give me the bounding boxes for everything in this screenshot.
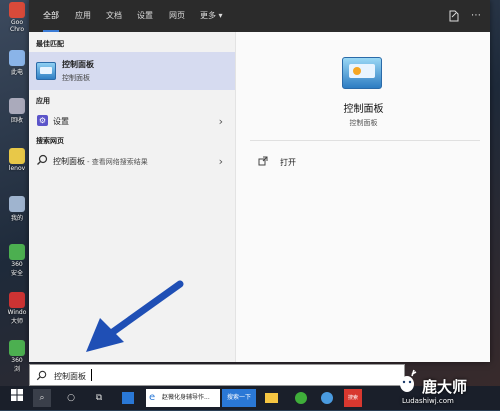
text-cursor: [91, 369, 92, 381]
desktop-icon-label: 回收: [10, 117, 23, 124]
search-filter-tabs: 全部 应用 文档 设置 网页 更多 ▾ ⋯: [29, 0, 490, 32]
desktop-icon-label: 安全: [10, 270, 23, 277]
watermark-brand: 鹿大师: [422, 378, 468, 396]
tab-settings[interactable]: 设置: [137, 0, 153, 32]
tab-web[interactable]: 网页: [169, 0, 185, 32]
green-app-icon[interactable]: [292, 389, 310, 407]
taskbar-search-box[interactable]: 控制面板: [29, 364, 405, 386]
best-match-header: 最佳匹配: [36, 40, 64, 48]
desktop-icon-label: 此电: [10, 69, 23, 76]
windows-store-icon[interactable]: [118, 389, 138, 407]
desktop-icon[interactable]: 此电: [4, 50, 30, 76]
desktop-icon-label: Chro: [10, 26, 24, 33]
search-input-value: 控制面板: [54, 372, 86, 381]
desktop-icon-label: lenov: [8, 165, 26, 172]
tab-documents[interactable]: 文档: [106, 0, 122, 32]
task-view-icon[interactable]: ⧉: [90, 389, 108, 407]
desktop-icon-label: 360: [11, 357, 23, 364]
file-explorer-icon[interactable]: [262, 389, 280, 407]
open-action-label: 打开: [280, 158, 296, 167]
desktop-icon-label: 360: [11, 261, 23, 268]
taskbar-browser-window[interactable]: e 赵薇化身辅导作...: [146, 389, 220, 407]
deer-logo-icon: [397, 369, 417, 392]
desktop-app-icon: [9, 292, 25, 308]
desktop-app-icon: [9, 2, 25, 18]
desktop-app-icon: [9, 340, 25, 356]
desktop-icon[interactable]: Goo Chro: [4, 2, 30, 33]
tab-more[interactable]: 更多 ▾: [200, 0, 223, 32]
arrow-annotation: [86, 280, 184, 352]
web-search-suffix: - 查看网络搜索结果: [87, 158, 148, 166]
preview-pane: 控制面板 控制面板 打开: [235, 32, 490, 362]
search-icon[interactable]: ⌕: [33, 389, 51, 407]
desktop-icon[interactable]: 回收: [4, 98, 30, 124]
app-icon[interactable]: [318, 389, 336, 407]
tab-all[interactable]: 全部: [43, 0, 59, 32]
desktop-app-icon: [9, 244, 25, 260]
windows-start-icon[interactable]: [8, 389, 26, 407]
taskbar-search-button[interactable]: 搜索一下: [222, 389, 256, 407]
best-match-title: 控制面板: [62, 60, 94, 69]
apps-header: 应用: [36, 97, 50, 105]
web-search-item[interactable]: 控制面板 - 查看网络搜索结果 ›: [29, 150, 235, 172]
desktop-icon[interactable]: lenov: [4, 148, 30, 172]
app-item-label: 设置: [53, 117, 69, 126]
desktop-app-icon: [9, 50, 25, 66]
web-search-header: 搜索网页: [36, 137, 64, 145]
desktop-icon[interactable]: Windo 大师: [4, 292, 30, 325]
desktop-app-icon: [9, 196, 25, 212]
preview-subtitle: 控制面板: [349, 119, 378, 127]
control-panel-large-icon: [342, 57, 382, 89]
best-match-item[interactable]: 控制面板 控制面板: [29, 52, 235, 90]
taskbar-browser-label: 赵薇化身辅导作...: [162, 394, 210, 401]
open-icon: [258, 156, 268, 166]
gear-icon: ⚙: [37, 115, 48, 126]
open-action[interactable]: 打开: [250, 152, 450, 172]
more-options-icon[interactable]: ⋯: [469, 9, 483, 23]
desktop-icon[interactable]: 360 浏: [4, 340, 30, 373]
chevron-right-icon[interactable]: ›: [219, 155, 223, 168]
watermark-site: Ludashiwj.com: [402, 397, 454, 405]
control-panel-icon: [36, 62, 56, 80]
cortana-icon[interactable]: ○: [62, 389, 80, 407]
preview-title: 控制面板: [343, 104, 384, 115]
desktop-icon-label: Goo: [11, 19, 23, 26]
app-item-settings[interactable]: ⚙ 设置 ›: [29, 110, 235, 132]
desktop-icon-label: 我的: [10, 215, 23, 222]
desktop-icon[interactable]: 360 安全: [4, 244, 30, 277]
chevron-right-icon[interactable]: ›: [219, 115, 223, 128]
desktop-icon-label: Windo: [7, 309, 27, 316]
search-icon: [36, 154, 48, 166]
watermark-logo: 鹿大师 Ludashiwj.com: [382, 364, 500, 410]
best-match-subtitle: 控制面板: [62, 74, 90, 82]
search-icon: [36, 370, 47, 381]
red-app-badge[interactable]: 搜索: [344, 389, 362, 407]
edge-icon: e: [149, 392, 156, 403]
desktop-app-icon: [9, 148, 25, 164]
desktop-icon-label: 大师: [10, 318, 23, 325]
desktop-icon-label: 浏: [13, 366, 20, 373]
feedback-icon[interactable]: [447, 9, 461, 23]
desktop-icon[interactable]: 我的: [4, 196, 30, 222]
tab-apps[interactable]: 应用: [75, 0, 91, 32]
desktop-app-icon: [9, 98, 25, 114]
divider: [250, 140, 480, 141]
web-search-query: 控制面板: [53, 157, 85, 166]
